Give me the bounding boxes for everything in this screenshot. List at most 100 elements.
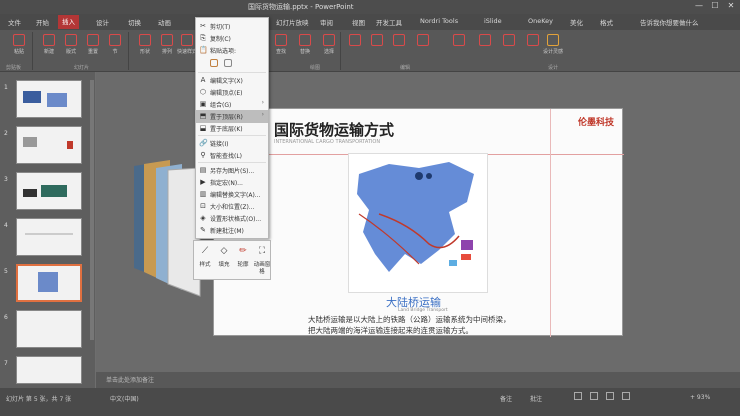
slide-thumb-6[interactable] [16,310,82,348]
close-button[interactable]: ✕ [724,1,738,12]
menu-item-format-shape[interactable]: ◈ 设置形状格式(O)... [196,212,268,225]
ribbon-btn-e[interactable] [450,34,468,52]
replace-button[interactable]: 替换 [296,34,314,55]
tab-format[interactable]: 格式 [600,17,613,27]
tell-me-input[interactable]: 告诉我你想要做什么 [640,17,699,27]
ribbon-btn-g[interactable] [500,34,518,52]
reset-button[interactable]: 重置 [84,34,102,55]
brand-logo: 伦墨科技 [578,118,615,128]
menu-item-new-comment[interactable]: ✎ 新建批注(M) [196,224,268,237]
tab-insert[interactable]: 插入 [58,15,79,29]
paste-option-icons[interactable] [196,56,268,70]
thumbnail-scrollbar[interactable] [90,80,94,340]
replace-icon [299,34,311,46]
tab-slideshow[interactable]: 幻灯片放映 [276,17,309,27]
menu-item-assign-macro[interactable]: ▶ 指定宏(N)... [196,176,268,189]
find-button[interactable]: 查找 [272,34,290,55]
land-bridge-map[interactable] [348,153,488,293]
menu-item-copy[interactable]: ⎘ 复制(C) [196,32,268,45]
tab-islide[interactable]: iSlide [484,17,502,25]
style-icon: ⟋ [201,246,209,256]
ribbon-btn-d[interactable] [414,34,432,52]
tab-view[interactable]: 视图 [352,17,365,27]
slide-thumb-4[interactable] [16,218,82,256]
group-icon: ▣ [199,100,207,108]
ribbon-btn-a[interactable] [346,34,364,52]
ribbon-btn-c[interactable] [390,34,408,52]
search-icon: ⚲ [200,151,206,159]
menu-item-bring-front[interactable]: ⬒ 置于顶层(R) › [196,110,268,123]
slide-counter: 幻灯片 第 5 张，共 7 张 [6,396,72,403]
notes-toggle[interactable]: 备注 [500,394,512,403]
slide-thumb-2[interactable] [16,126,82,164]
mini-animation-pane-button[interactable]: ⛶ 动画窗格 [253,244,271,278]
body-text-line-1[interactable]: 大陆桥运输是以大陆上的铁路（公路）运输系统为中间桥梁， [308,314,511,325]
tab-nordri[interactable]: Nordri Tools [420,17,458,25]
notes-pane[interactable]: 单击此处添加备注 [96,372,740,388]
quick-styles-button[interactable]: 快速样式 [177,34,197,55]
language-indicator[interactable]: 中文(中国) [110,394,139,403]
menu-item-edit-text[interactable]: A 编辑文字(X) [196,74,268,87]
slide-thumb-1[interactable] [16,80,82,118]
comments-toggle[interactable]: 批注 [530,394,542,403]
design-ideas-button[interactable]: 设计灵感 [543,34,563,55]
tab-file[interactable]: 文件 [8,17,21,27]
mini-outline-button[interactable]: ✏ 轮廓 [234,244,252,278]
slide-canvas[interactable]: 国际货物运输方式 伦墨科技 INTERNATIONAL CARGO TRANSP… [213,108,624,337]
menu-item-group[interactable]: ▣ 组合(G) › [196,98,268,111]
paste-picture-icon[interactable] [224,59,232,67]
layout-icon [65,34,77,46]
slide-thumb-3[interactable] [16,172,82,210]
comment-icon: ✎ [200,226,206,234]
slide-title[interactable]: 国际货物运输方式 [274,119,394,140]
slide-thumb-7[interactable] [16,356,82,384]
menu-item-paste-options[interactable]: 📋 粘贴选项: [196,44,268,57]
menu-item-cut[interactable]: ✂ 剪切(T) [196,20,268,33]
tab-transitions[interactable]: 切换 [128,17,141,27]
ribbon-btn-b[interactable] [368,34,386,52]
tab-onekey[interactable]: OneKey [528,17,553,25]
tool-icon [527,34,539,46]
tab-animations[interactable]: 动画 [158,17,171,27]
menu-item-alt-text[interactable]: ▥ 编辑替换文字(A)... [196,188,268,201]
menu-item-edit-points[interactable]: ⬡ 编辑顶点(E) [196,86,268,99]
menu-item-smart-lookup[interactable]: ⚲ 智能查找(L) [196,149,268,162]
tab-review[interactable]: 审阅 [320,17,333,27]
zoom-level[interactable]: + 93% [690,394,710,401]
tab-home[interactable]: 开始 [36,17,49,27]
section-button[interactable]: 节 [106,34,124,55]
body-text-line-2[interactable]: 把大陆两端的海洋运输连接起来的连贯运输方式。 [308,325,473,336]
group-label-design: 设计 [548,65,559,71]
normal-view-icon[interactable] [574,392,582,400]
send-back-icon: ⬓ [199,124,207,132]
paste-button[interactable]: 粘贴 [10,34,28,55]
menu-item-link[interactable]: 🔗 链接(I) [196,137,268,150]
slide-thumb-5[interactable] [16,264,82,302]
slide-subtitle[interactable]: INTERNATIONAL CARGO TRANSPORTATION [274,139,380,145]
new-slide-button[interactable]: 新建 [40,34,58,55]
tab-design[interactable]: 设计 [96,17,109,27]
shapes-button[interactable]: 形状 [136,34,154,55]
tab-developer[interactable]: 开发工具 [376,17,402,27]
sorter-view-icon[interactable] [590,392,598,400]
paste-icon: 📋 [199,46,208,54]
menu-item-send-back[interactable]: ⬓ 置于底层(K) [196,122,268,135]
tab-beautify[interactable]: 美化 [570,17,583,27]
menu-item-size-position[interactable]: ⊡ 大小和位置(Z)... [196,200,268,213]
select-button[interactable]: 选择 [320,34,338,55]
find-icon [275,34,287,46]
slideshow-icon[interactable] [622,392,630,400]
guide-line-vertical [550,109,551,337]
minimize-button[interactable]: — [692,1,706,12]
layout-button[interactable]: 版式 [62,34,80,55]
context-menu: ✂ 剪切(T) ⎘ 复制(C) 📋 粘贴选项: A 编辑文字(X) ⬡ 编辑顶点(E) ▣… [195,17,269,239]
paste-keep-source-icon[interactable] [210,59,218,67]
title-bar: 国际货物运输.pptx - PowerPoint — ☐ ✕ [0,0,740,14]
reading-view-icon[interactable] [606,392,614,400]
mini-fill-button[interactable]: ◇ 填充 [215,244,233,278]
maximize-button[interactable]: ☐ [708,1,722,12]
group-label-slides: 幻灯片 [74,65,90,71]
mini-style-button[interactable]: ⟋ 样式 [196,244,214,278]
ribbon-btn-f[interactable] [476,34,494,52]
menu-item-save-as-picture[interactable]: ▤ 另存为图片(S)... [196,164,268,177]
